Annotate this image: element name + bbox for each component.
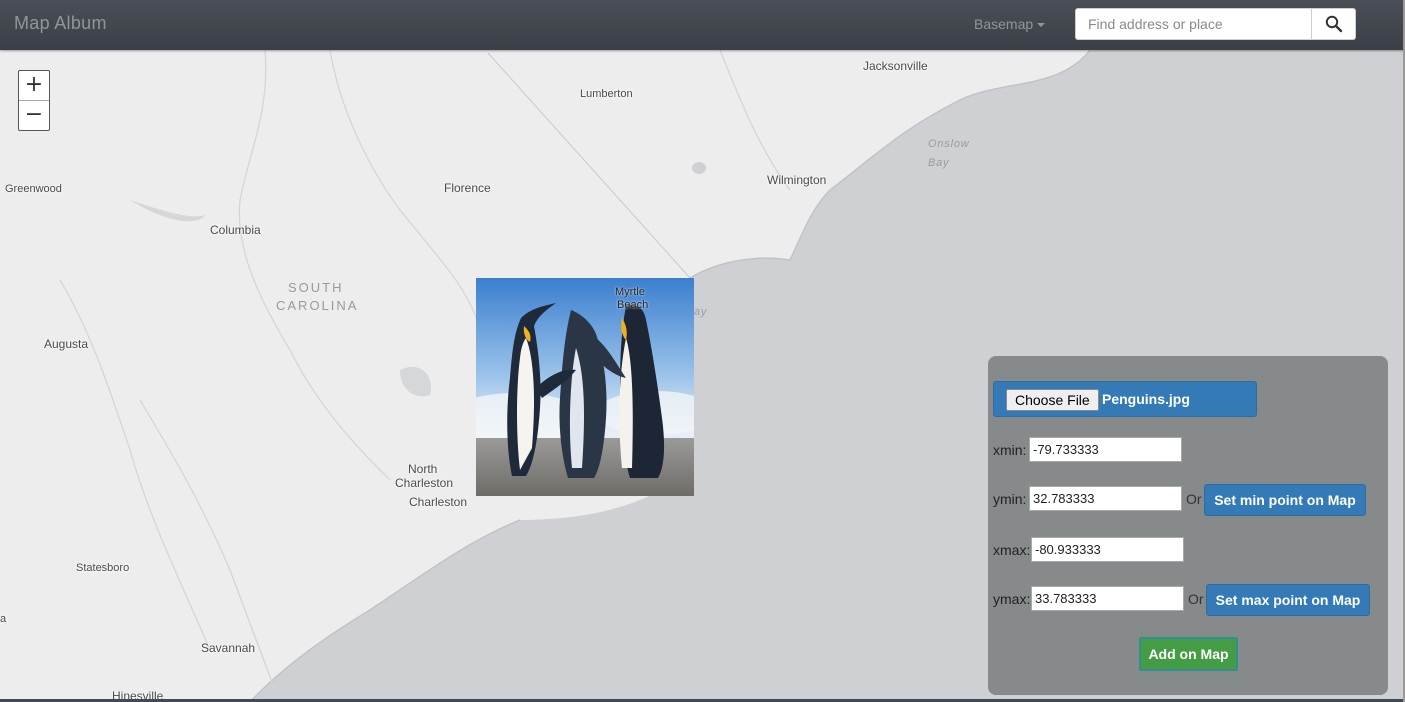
zoom-out-button[interactable]: − <box>19 101 49 130</box>
search-button[interactable] <box>1311 8 1356 40</box>
xmax-label: xmax: <box>993 542 1031 558</box>
water-label: ay <box>694 306 708 318</box>
file-picker: Choose File Penguins.jpg <box>993 381 1257 417</box>
add-on-map-button[interactable]: Add on Map <box>1139 637 1238 671</box>
state-label: CAROLINA <box>276 298 359 313</box>
water-label: Bay <box>928 157 950 169</box>
state-label: SOUTH <box>288 280 344 295</box>
ymin-input[interactable] <box>1029 486 1182 511</box>
xmin-label: xmin: <box>993 442 1027 458</box>
place-label: Myrtle <box>615 286 645 298</box>
place-label: Columbia <box>210 223 261 237</box>
xmax-input[interactable] <box>1031 537 1184 562</box>
caret-down-icon <box>1037 23 1046 28</box>
place-label: Augusta <box>44 337 89 351</box>
zoom-in-button[interactable]: + <box>19 71 49 101</box>
image-placement-panel: Choose File Penguins.jpg xmin: ymin: Or … <box>988 356 1388 695</box>
place-label: Florence <box>444 181 491 195</box>
app-title: Map Album <box>14 13 107 33</box>
selected-file-name: Penguins.jpg <box>1102 391 1190 407</box>
top-navbar: Map Album Basemap <box>0 0 1405 50</box>
place-label: Statesboro <box>76 562 130 574</box>
or-label: Or <box>1186 491 1202 507</box>
place-label: Jacksonville <box>863 59 928 73</box>
lake <box>692 162 706 174</box>
place-label: a <box>0 613 7 625</box>
choose-file-button[interactable]: Choose File <box>1006 389 1099 411</box>
xmin-input[interactable] <box>1029 437 1182 462</box>
place-label: Greenwood <box>5 183 62 195</box>
place-label: Lumberton <box>580 88 633 100</box>
ymax-label: ymax: <box>993 591 1031 607</box>
image-overlay: Myrtle Beach <box>476 278 694 496</box>
basemap-dropdown[interactable]: Basemap <box>974 16 1046 32</box>
place-label: Charleston <box>395 476 454 490</box>
place-label: Savannah <box>201 641 256 655</box>
zoom-control: + − <box>18 70 50 131</box>
set-max-point-button[interactable]: Set max point on Map <box>1206 584 1370 616</box>
place-label: Charleston <box>409 495 468 509</box>
search-input[interactable] <box>1075 8 1311 40</box>
penguins-image <box>476 278 694 496</box>
place-label: Wilmington <box>767 173 827 187</box>
ymin-label: ymin: <box>993 491 1027 507</box>
place-label: Beach <box>617 299 649 311</box>
basemap-label: Basemap <box>974 16 1034 32</box>
place-label: North <box>408 462 438 476</box>
or-label: Or <box>1188 591 1204 607</box>
search-icon <box>1325 15 1343 33</box>
ymax-input[interactable] <box>1031 586 1184 611</box>
water-label: Onslow <box>928 138 970 150</box>
set-min-point-button[interactable]: Set min point on Map <box>1204 484 1366 516</box>
